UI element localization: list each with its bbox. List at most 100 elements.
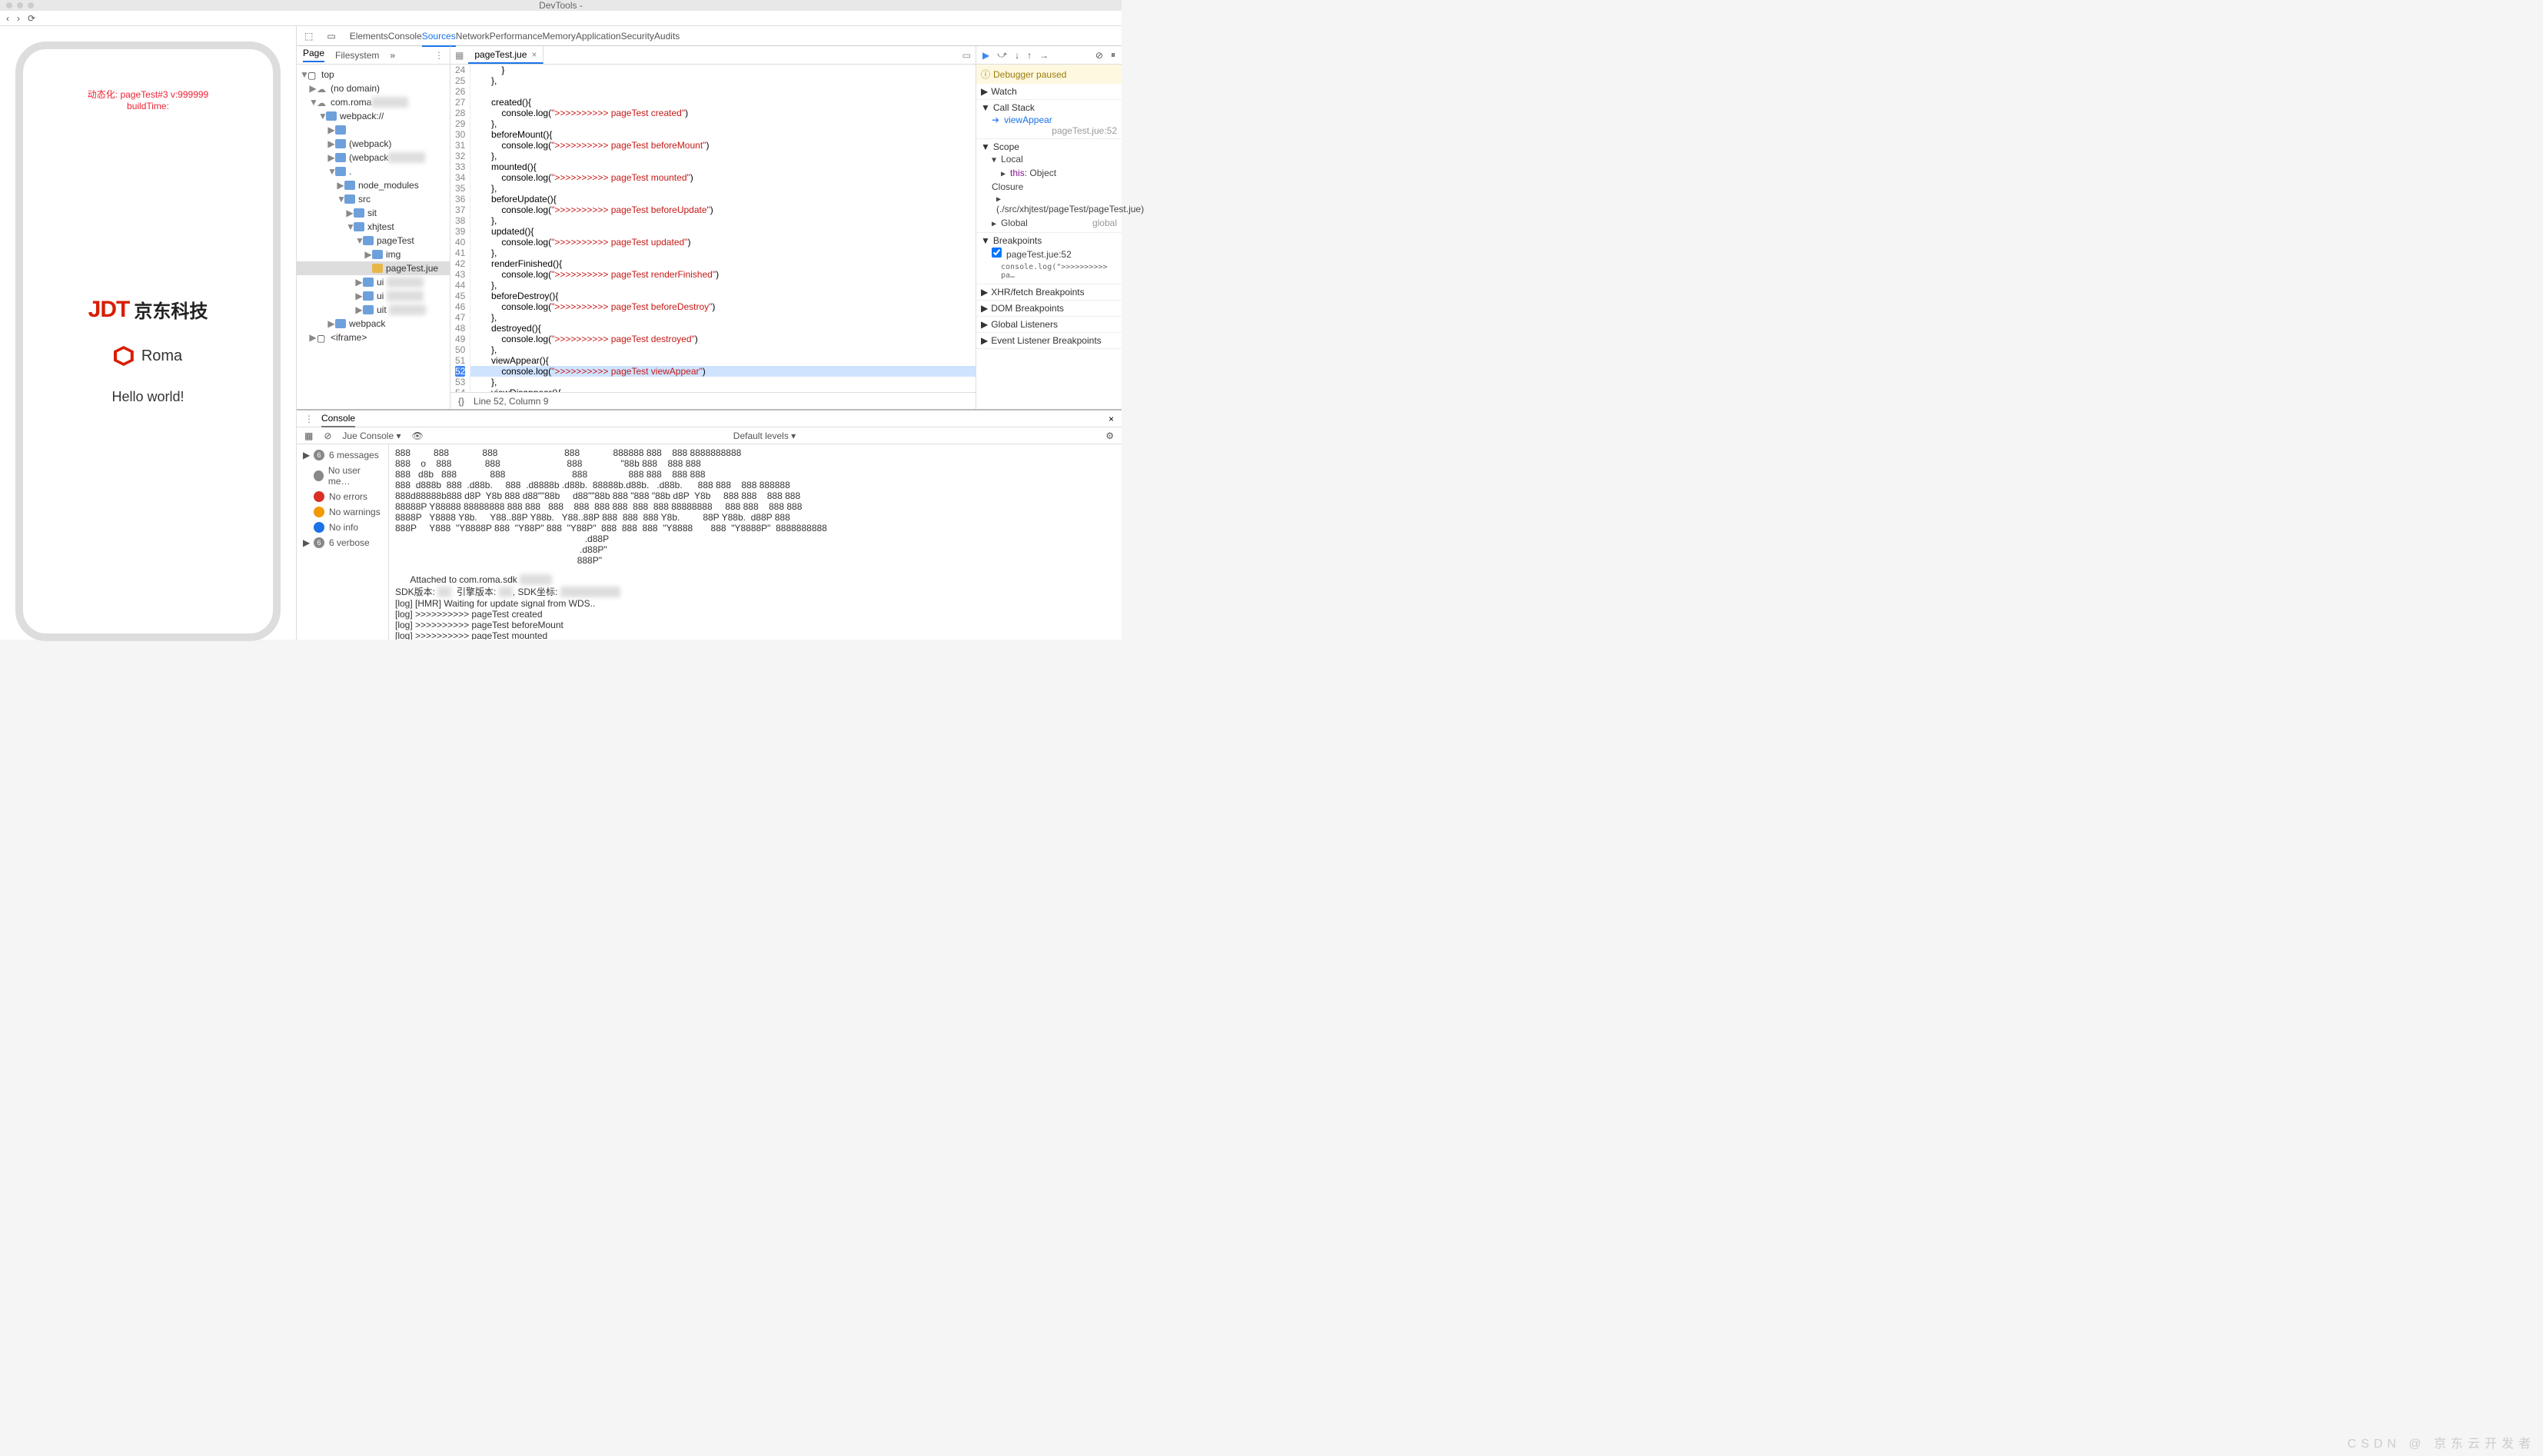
tree-item[interactable]: ▼xhjtest <box>297 220 450 234</box>
tree-item[interactable]: ▶(webpack) <box>297 137 450 151</box>
tree-item[interactable]: ▶node_modules <box>297 178 450 192</box>
debugger-sidebar: ▶ ⤻ ↓ ↑ → ⊘ ⏸ ⓘ Debugger paused ▶ Watch … <box>976 46 1122 409</box>
editor-status-bar: {} Line 52, Column 9 <box>450 392 976 409</box>
file-list-icon[interactable]: ▦ <box>450 50 468 61</box>
info-icon <box>314 522 324 533</box>
sidebar-toggle-icon[interactable]: ▦ <box>304 430 313 441</box>
deactivate-bp-button[interactable]: ⊘ <box>1095 50 1103 61</box>
max-dot[interactable] <box>28 2 34 8</box>
tree-item[interactable]: ▶uit xxxxxxxx <box>297 303 450 317</box>
console-tab[interactable]: Console <box>321 411 355 427</box>
tree-label: (webpack) <box>349 138 391 149</box>
console-output[interactable]: 888 888 888 888 888888 888 888 888888888… <box>389 444 1122 640</box>
step-into-button[interactable]: ↓ <box>1015 50 1019 61</box>
tab-console[interactable]: Console <box>388 27 422 45</box>
tree-item[interactable]: pageTest.jue <box>297 261 450 275</box>
step-button[interactable]: → <box>1039 50 1049 61</box>
more-tabs-icon[interactable]: » <box>390 50 395 61</box>
close-icon[interactable]: × <box>531 49 537 60</box>
file-tab-pagetest[interactable]: pageTest.jue × <box>468 46 544 64</box>
event-bp-section[interactable]: ▶ Event Listener Breakpoints <box>981 335 1117 346</box>
bp-label[interactable]: pageTest.jue:52 <box>1006 249 1072 260</box>
file-y-icon <box>372 264 383 273</box>
tree-item[interactable]: ▶ui xxxxxxxx <box>297 275 450 289</box>
tab-performance[interactable]: Performance <box>490 27 543 45</box>
clear-console-icon[interactable]: ⊘ <box>324 430 331 441</box>
tab-filesystem[interactable]: Filesystem <box>335 50 379 61</box>
context-selector[interactable]: Jue Console ▾ <box>342 430 401 441</box>
tree-label: img <box>386 249 401 260</box>
tree-item[interactable]: ▼☁com.romaxxxxxxxx <box>297 95 450 109</box>
tab-security[interactable]: Security <box>621 27 654 45</box>
step-over-button[interactable]: ⤻ <box>997 49 1007 61</box>
scope-global[interactable]: Global <box>1001 218 1028 228</box>
inspect-icon[interactable]: ⬚ <box>304 31 313 42</box>
editor-more-icon[interactable]: ▭ <box>958 50 976 61</box>
box-icon: ▢ <box>307 70 318 79</box>
live-expression-icon[interactable]: 👁 <box>411 430 423 441</box>
warn-icon <box>314 507 324 517</box>
tree-item[interactable]: ▼. <box>297 165 450 178</box>
drawer-menu-icon[interactable]: ⋮ <box>304 414 314 424</box>
tree-item[interactable]: ▶ui xxxxxxxx <box>297 289 450 303</box>
min-dot[interactable] <box>17 2 23 8</box>
tab-memory[interactable]: Memory <box>543 27 576 45</box>
tree-item[interactable]: ▼pageTest <box>297 234 450 248</box>
console-settings-icon[interactable]: ⚙ <box>1105 430 1114 441</box>
pause-exceptions-button[interactable]: ⏸ <box>1111 49 1115 61</box>
format-icon[interactable]: {} <box>458 396 464 407</box>
scope-local[interactable]: Local <box>1001 154 1023 165</box>
device-frame: 动态化: pageTest#3 v:999999 buildTime: JDT … <box>15 42 281 641</box>
console-filter-4[interactable]: No info <box>297 520 388 535</box>
console-sidebar[interactable]: ▶66 messagesNo user me…No errorsNo warni… <box>297 444 389 640</box>
watch-section[interactable]: ▶ Watch <box>981 86 1117 97</box>
forward-button[interactable]: › <box>17 13 20 24</box>
stack-frame[interactable]: viewAppear <box>1004 115 1052 125</box>
xhr-bp-section[interactable]: ▶ XHR/fetch Breakpoints <box>981 287 1117 298</box>
folder-icon <box>363 305 374 314</box>
callstack-section[interactable]: ▼ Call Stack <box>981 102 1117 113</box>
tab-sources[interactable]: Sources <box>422 27 456 47</box>
scope-section[interactable]: ▼ Scope <box>981 141 1117 152</box>
tree-item[interactable]: ▼src <box>297 192 450 206</box>
close-dot[interactable] <box>6 2 12 8</box>
levels-selector[interactable]: Default levels ▾ <box>733 430 796 441</box>
tree-item[interactable]: ▼webpack:// <box>297 109 450 123</box>
folder-icon <box>344 181 355 190</box>
code-editor[interactable]: 2425262728293031323334353637383940414243… <box>450 65 976 392</box>
console-filter-5[interactable]: ▶66 verbose <box>297 535 388 550</box>
console-filter-3[interactable]: No warnings <box>297 504 388 520</box>
console-filter-0[interactable]: ▶66 messages <box>297 447 388 463</box>
tree-item[interactable]: ▶webpack <box>297 317 450 331</box>
tab-elements[interactable]: Elements <box>350 27 388 45</box>
tab-application[interactable]: Application <box>576 27 621 45</box>
dom-bp-section[interactable]: ▶ DOM Breakpoints <box>981 303 1117 314</box>
bp-checkbox[interactable] <box>992 248 1002 258</box>
tree-item[interactable]: ▶img <box>297 248 450 261</box>
reload-button[interactable]: ⟳ <box>28 13 35 24</box>
tree-item[interactable]: ▶▢<iframe> <box>297 331 450 344</box>
file-tree[interactable]: ▼▢top▶☁(no domain)▼☁com.romaxxxxxxxx▼web… <box>297 65 450 409</box>
bp-code-preview: console.log(">>>>>>>>>> pa… <box>981 261 1117 281</box>
folder-icon <box>363 236 374 245</box>
tab-page[interactable]: Page <box>303 48 324 62</box>
console-filter-1[interactable]: No user me… <box>297 463 388 489</box>
device-icon[interactable]: ▭ <box>327 31 335 42</box>
close-drawer-icon[interactable]: × <box>1109 414 1114 424</box>
listeners-section[interactable]: ▶ Global Listeners <box>981 319 1117 330</box>
scope-closure[interactable]: Closure <box>992 181 1023 192</box>
console-filter-2[interactable]: No errors <box>297 489 388 504</box>
tree-item[interactable]: ▶sit <box>297 206 450 220</box>
tab-audits[interactable]: Audits <box>654 27 680 45</box>
navigator-menu-icon[interactable]: ⋮ <box>434 50 444 61</box>
tab-network[interactable]: Network <box>456 27 490 45</box>
resume-button[interactable]: ▶ <box>982 50 989 61</box>
tree-item[interactable]: ▶ <box>297 123 450 137</box>
breakpoints-section[interactable]: ▼ Breakpoints <box>981 235 1117 246</box>
back-button[interactable]: ‹ <box>6 13 9 24</box>
tree-item[interactable]: ▶☁(no domain) <box>297 81 450 95</box>
tree-item[interactable]: ▶(webpackxxxxxxxx <box>297 151 450 165</box>
step-out-button[interactable]: ↑ <box>1027 50 1032 61</box>
tree-label: com.romaxxxxxxxx <box>331 97 408 108</box>
tree-item[interactable]: ▼▢top <box>297 68 450 81</box>
